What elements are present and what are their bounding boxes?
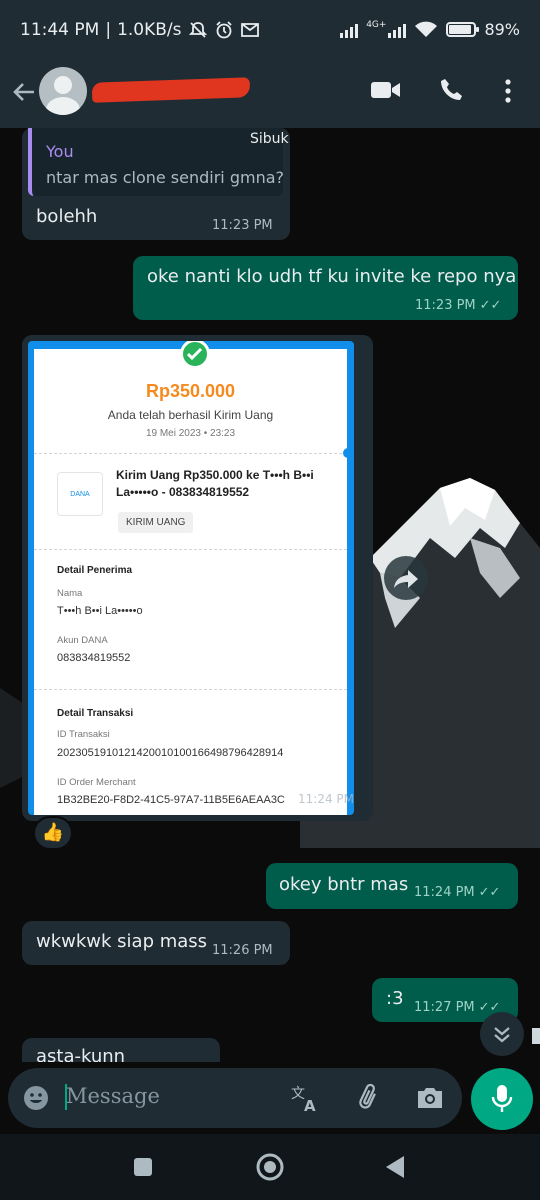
message-text: :3 bbox=[386, 988, 404, 1009]
quoted-text: ntar mas clone sendiri gmna? bbox=[46, 168, 285, 187]
recents-icon[interactable] bbox=[132, 1156, 154, 1178]
network-type: 4G+ bbox=[366, 20, 387, 30]
chat-header: M bbox=[0, 62, 540, 128]
receipt-subtitle: Anda telah berhasil Kirim Uang bbox=[107, 408, 274, 422]
quoted-message[interactable]: You ntar mas clone sendiri gmna? bbox=[28, 128, 285, 196]
status-bar: 11:44 PM | 1.0KB/s 4G+ 89% bbox=[0, 0, 540, 62]
message-time: 11:24 PM bbox=[298, 792, 354, 806]
success-check-icon bbox=[180, 341, 210, 369]
navigation-bar bbox=[0, 1134, 540, 1200]
account-label: Akun DANA bbox=[57, 635, 108, 646]
tx-id-label: ID Transaksi bbox=[57, 729, 110, 740]
clock: 11:44 PM bbox=[20, 20, 100, 40]
message-time: 11:23 PM bbox=[212, 218, 273, 233]
message-time-text: 11:23 PM bbox=[415, 298, 476, 313]
divider bbox=[34, 689, 347, 690]
divider bbox=[34, 549, 347, 550]
phone-icon[interactable] bbox=[438, 76, 466, 104]
network-speed: 1.0KB/s bbox=[117, 20, 182, 40]
message-incoming[interactable]: asta-kunn bbox=[22, 1038, 220, 1062]
redaction-mark bbox=[91, 77, 251, 103]
receipt-notch-right bbox=[343, 448, 353, 458]
message-text: wkwkwk siap mass bbox=[36, 931, 208, 952]
message-incoming[interactable]: You ntar mas clone sendiri gmna? Sibuk b… bbox=[22, 128, 290, 240]
reaction-badge[interactable]: 👍 bbox=[33, 816, 73, 850]
scroll-to-bottom-button[interactable] bbox=[480, 1012, 524, 1056]
message-input-container[interactable]: Message 文A bbox=[8, 1068, 462, 1128]
message-time: 11:26 PM bbox=[212, 943, 273, 958]
translate-icon[interactable]: 文A bbox=[290, 1084, 322, 1114]
name-label: Nama bbox=[57, 588, 83, 599]
status-left: 11:44 PM | 1.0KB/s bbox=[20, 20, 260, 40]
message-text: asta-kunn bbox=[36, 1046, 126, 1062]
receipt-notch-left bbox=[28, 448, 33, 458]
divider bbox=[34, 453, 347, 454]
message-outgoing[interactable]: okey bntr mas 11:24 PM ✓✓ bbox=[266, 863, 518, 909]
recipient-header: Detail Penerima bbox=[57, 565, 133, 576]
back-nav-icon[interactable] bbox=[384, 1154, 406, 1180]
message-input[interactable]: Message bbox=[66, 1084, 160, 1108]
transaction-header: Detail Transaksi bbox=[57, 708, 134, 719]
status-right: 4G+ 89% bbox=[340, 20, 520, 39]
video-call-icon[interactable] bbox=[370, 78, 402, 102]
scroll-indicator bbox=[532, 1028, 540, 1044]
battery-icon bbox=[446, 22, 480, 37]
tx-id-value: 2023051910121420010100166498796428914 bbox=[57, 747, 284, 759]
more-vert-icon[interactable] bbox=[500, 78, 516, 104]
reaction-emoji: 👍 bbox=[41, 822, 65, 843]
emoji-icon[interactable] bbox=[22, 1084, 50, 1112]
back-arrow-icon[interactable] bbox=[10, 77, 38, 107]
signal-icon-2 bbox=[388, 22, 407, 38]
composer: Message 文A bbox=[0, 1062, 540, 1134]
receipt-amount: Rp350.000 bbox=[145, 381, 236, 401]
message-image[interactable]: Rp350.000 Anda telah berhasil Kirim Uang… bbox=[22, 335, 373, 821]
name-value: T•••h B••i La•••••o bbox=[57, 605, 143, 617]
attach-icon[interactable] bbox=[354, 1082, 384, 1114]
receipt-title: Kirim Uang Rp350.000 ke T•••h B••i La•••… bbox=[116, 468, 314, 499]
quoted-author: Sibuk bbox=[250, 131, 289, 147]
message-time: 11:24 PM ✓✓ bbox=[414, 885, 500, 900]
alarm-icon bbox=[215, 21, 232, 39]
message-outgoing[interactable]: oke nanti klo udh tf ku invite ke repo n… bbox=[133, 256, 518, 320]
dana-logo-text: DANA bbox=[70, 491, 90, 498]
home-icon[interactable] bbox=[255, 1152, 285, 1182]
battery-level bbox=[449, 25, 471, 34]
svg-text:文: 文 bbox=[291, 1086, 305, 1102]
camera-icon[interactable] bbox=[415, 1084, 445, 1112]
order-value: 1B32BE20-F8D2-41C5-97A7-11B5E6AEAA3C bbox=[57, 794, 285, 806]
account-value: 083834819552 bbox=[57, 652, 131, 664]
receipt-tag: KIRIM UANG bbox=[118, 512, 194, 533]
receipt-body: Rp350.000 Anda telah berhasil Kirim Uang… bbox=[28, 341, 353, 815]
forward-icon[interactable] bbox=[384, 556, 428, 600]
wifi-icon bbox=[415, 21, 438, 37]
mic-icon bbox=[491, 1085, 513, 1112]
message-time-text: 11:27 PM bbox=[414, 1000, 475, 1015]
message-time: 11:23 PM ✓✓ bbox=[415, 298, 501, 313]
message-text: bolehh bbox=[36, 206, 98, 227]
message-text: okey bntr mas bbox=[279, 874, 409, 895]
read-ticks-icon: ✓✓ bbox=[478, 885, 501, 900]
quoted-label: You bbox=[46, 142, 74, 161]
svg-text:A: A bbox=[304, 1097, 316, 1114]
receipt-image[interactable]: Rp350.000 Anda telah berhasil Kirim Uang… bbox=[28, 341, 354, 815]
chat-area[interactable]: You ntar mas clone sendiri gmna? Sibuk b… bbox=[0, 128, 540, 1062]
message-time-text: 11:24 PM bbox=[414, 885, 475, 900]
message-text: oke nanti klo udh tf ku invite ke repo n… bbox=[147, 266, 517, 287]
signal-icon bbox=[340, 22, 359, 38]
receipt-date: 19 Mei 2023 • 23:23 bbox=[145, 428, 236, 439]
message-incoming[interactable]: wkwkwk siap mass 11:26 PM bbox=[22, 921, 290, 965]
dana-logo-icon: DANA bbox=[57, 472, 103, 516]
avatar[interactable] bbox=[39, 67, 87, 115]
status-separator: | bbox=[105, 20, 112, 40]
gmail-icon bbox=[240, 23, 259, 37]
read-ticks-icon: ✓✓ bbox=[479, 298, 502, 313]
mic-button[interactable] bbox=[471, 1068, 533, 1130]
battery-percent: 89% bbox=[484, 20, 520, 39]
order-label: ID Order Merchant bbox=[57, 777, 136, 788]
mute-icon bbox=[188, 22, 207, 38]
